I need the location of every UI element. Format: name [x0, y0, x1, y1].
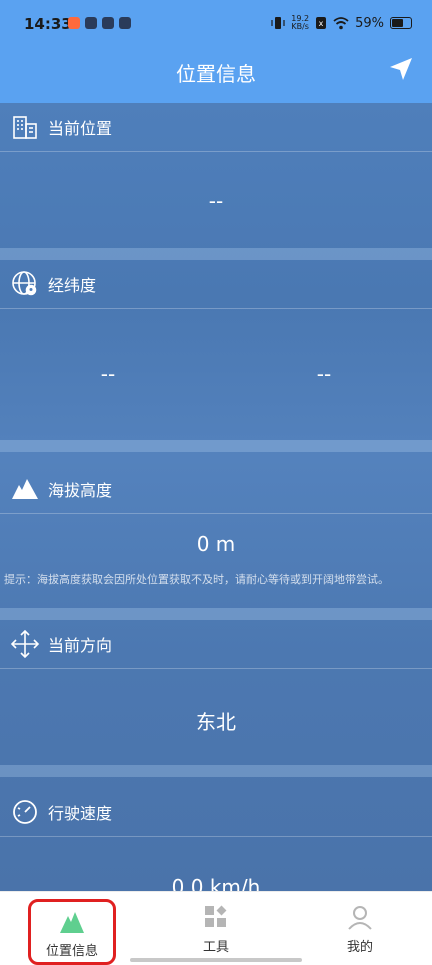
notification-icons: [68, 17, 131, 29]
bottom-tab-bar: 位置信息 工具 我的: [0, 891, 432, 965]
section-direction-header: 当前方向: [0, 620, 432, 669]
section-altitude-label: 海拔高度: [48, 481, 113, 500]
vibrate-icon: [271, 17, 285, 29]
section-coordinates-label: 经纬度: [48, 276, 97, 295]
speedometer-icon: [10, 797, 40, 827]
tab-mine-label: 我的: [346, 940, 373, 955]
section-speed-header: 行驶速度: [0, 788, 432, 837]
navigate-button[interactable]: [388, 56, 414, 82]
divider: [0, 248, 432, 260]
status-time: 14:33: [24, 15, 72, 33]
wifi-icon: [333, 16, 349, 29]
mountain-icon: [10, 474, 40, 504]
divider: [0, 765, 432, 777]
section-coordinates-header: 经纬度: [0, 260, 432, 309]
app-notification-icon: [85, 17, 97, 29]
battery-icon: [390, 17, 412, 29]
section-speed-label: 行驶速度: [48, 804, 113, 823]
divider: [0, 440, 432, 452]
location-value: --: [208, 189, 224, 213]
page-title: 位置信息: [176, 62, 256, 86]
navigation-arrow-icon: [390, 58, 412, 80]
status-right: 19.2 KB/s x 59%: [271, 15, 412, 31]
longitude-value: --: [100, 362, 116, 386]
battery-percent: 59%: [355, 15, 384, 31]
altitude-hint: 提示：海拔高度获取会因所处位置获取不及时，请耐心等待或到开阔地带尝试。: [4, 573, 389, 586]
section-direction-label: 当前方向: [48, 636, 113, 655]
sim-icon: x: [316, 17, 327, 29]
svg-text:x: x: [319, 19, 324, 28]
main-content[interactable]: 当前位置 -- 经纬度 -- -- 海拔高度 0 m 提示：海拔高度获取会因所处…: [0, 103, 432, 891]
globe-pin-icon: [10, 269, 40, 299]
app-notification-icon: [68, 17, 80, 29]
section-altitude-header: 海拔高度: [0, 465, 432, 514]
section-location-header: 当前位置: [0, 103, 432, 152]
direction-value: 东北: [196, 710, 236, 734]
home-indicator[interactable]: [130, 958, 302, 962]
tab-tools-label: 工具: [202, 940, 229, 955]
status-bar: 14:33 19.2 KB/s x 59%: [0, 0, 432, 50]
app-notification-icon: [102, 17, 114, 29]
network-speed: 19.2 KB/s: [291, 15, 309, 31]
four-way-arrow-icon: [10, 629, 40, 659]
grid-icon: [202, 904, 230, 932]
divider: [0, 608, 432, 620]
building-icon: [10, 112, 40, 142]
speed-value: 0.0 km/h: [171, 875, 261, 891]
altitude-value: 0 m: [196, 532, 236, 556]
latitude-value: --: [316, 362, 332, 386]
section-location-label: 当前位置: [48, 119, 113, 138]
user-icon: [346, 904, 374, 932]
mountain-icon: [58, 908, 86, 936]
network-speed-unit: KB/s: [291, 22, 309, 31]
app-notification-icon: [119, 17, 131, 29]
tab-mine[interactable]: 我的: [310, 898, 410, 958]
tab-location-info-label: 位置信息: [45, 944, 98, 959]
title-bar: 位置信息: [0, 50, 432, 103]
tab-location-info[interactable]: 位置信息: [28, 899, 116, 965]
tab-tools[interactable]: 工具: [166, 898, 266, 958]
